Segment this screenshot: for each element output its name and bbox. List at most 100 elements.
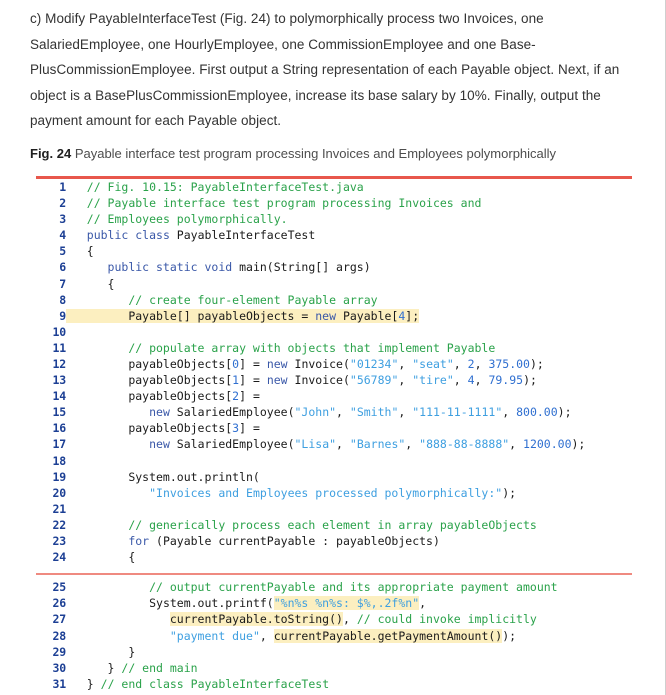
code-line: 27 currentPayable.toString(), // could i… (36, 611, 558, 627)
code-token-pln: , (474, 357, 489, 371)
code-line-number: 31 (52, 676, 67, 691)
code-token-pln: SalariedEmployee( (176, 437, 295, 452)
code-tokens: { (66, 244, 94, 258)
code-line-number: 1 (59, 179, 66, 194)
code-line-number: 6 (59, 260, 66, 275)
code-line: 31 } // end class PayableInterfaceTest (36, 676, 558, 692)
code-token-pln: currentPayable.getPaymentAmount() (273, 628, 503, 643)
code-line-source: currentPayable.toString(), // could invo… (66, 611, 558, 627)
code-line: 13 payableObjects[1] = new Invoice("5678… (36, 372, 585, 388)
code-token-kw: public static void (107, 260, 240, 275)
code-line-number: 2 (59, 196, 66, 211)
code-tokens: "payment due", currentPayable.getPayment… (66, 628, 517, 643)
code-line-source: payableObjects[0] = new Invoice("01234",… (66, 356, 585, 372)
exercise-paragraph: c) Modify PayableInterfaceTest (Fig. 24)… (30, 11, 620, 129)
code-token-kw: public class (86, 228, 177, 243)
code-token-pln: ] = (239, 373, 267, 388)
code-line-number: 19 (52, 469, 67, 484)
code-token-kw: for (128, 534, 157, 549)
code-line-source: payableObjects[1] = new Invoice("56789",… (66, 372, 585, 388)
code-token-kw: new (149, 405, 177, 420)
code-token-pln: payableObjects[ (128, 421, 233, 436)
code-line-source (66, 501, 585, 517)
code-line-number: 25 (52, 580, 67, 595)
code-token-str: "tire" (412, 373, 454, 388)
code-token-pln: , (336, 437, 350, 452)
code-tokens: System.out.println( (66, 470, 260, 484)
code-token-pln: } (86, 676, 101, 691)
code-line-source: payableObjects[3] = (66, 420, 585, 436)
code-token-cmt: // populate array with objects that impl… (128, 340, 496, 355)
code-line-number: 8 (59, 292, 66, 307)
code-tokens: // output currentPayable and its appropr… (66, 580, 558, 594)
code-line-source (66, 453, 585, 469)
code-line-source: // Fig. 10.15: PayableInterfaceTest.java (66, 179, 585, 195)
code-tokens: "Invoices and Employees processed polymo… (66, 486, 516, 500)
code-block-two: 25 // output currentPayable and its appr… (36, 579, 558, 692)
code-token-str: "888-88-8888" (419, 437, 510, 452)
code-line: 15 new SalariedEmployee("John", "Smith",… (36, 404, 585, 420)
code-line: 16 payableObjects[3] = (36, 420, 585, 436)
code-line-source: } (66, 644, 558, 660)
code-line-source: { (66, 243, 585, 259)
code-token-pln: Invoice( (294, 357, 350, 371)
code-tokens: } (66, 645, 135, 659)
code-line: 3 // Employees polymorphically. (36, 211, 585, 227)
code-token-pln: ] = (239, 357, 267, 371)
code-token-pln: , (474, 373, 489, 388)
code-block-one-pane: 1 // Fig. 10.15: PayableInterfaceTest.ja… (0, 178, 665, 566)
code-line-source: // populate array with objects that impl… (66, 340, 585, 356)
code-line-source: System.out.println( (66, 469, 585, 485)
code-line: 26 System.out.printf("%n%s %n%s: $%,.2f%… (36, 595, 558, 611)
code-token-pln: } (107, 660, 122, 675)
code-token-num: 1200.00 (523, 437, 572, 452)
code-token-pln: ); (529, 357, 544, 371)
code-token-cmt: // Employees polymorphically. (86, 212, 288, 227)
code-token-pln: ); (571, 437, 586, 452)
code-line: 10 (36, 324, 585, 340)
code-highlight: Payable[] payableObjects = new Payable[4… (66, 308, 420, 323)
exercise-prose: c) Modify PayableInterfaceTest (Fig. 24)… (0, 0, 665, 134)
code-line-number: 17 (52, 437, 67, 452)
code-token-pln: ); (502, 628, 517, 643)
code-line-number: 16 (52, 421, 67, 436)
code-line-number: 13 (52, 373, 67, 388)
code-line-number: 30 (52, 660, 67, 675)
code-line-source: // Employees polymorphically. (66, 211, 585, 227)
code-line-number: 22 (52, 517, 67, 532)
code-tokens: // Employees polymorphically. (66, 212, 288, 226)
code-line-source: { (66, 549, 585, 565)
code-tokens: for (Payable currentPayable : payableObj… (66, 534, 440, 548)
code-line-source: // generically process each element in a… (66, 517, 585, 533)
code-line-source: System.out.printf("%n%s %n%s: $%,.2f%n", (66, 595, 558, 611)
code-token-num: 4 (467, 373, 475, 388)
code-line-source: // Payable interface test program proces… (66, 195, 585, 211)
code-line-number: 28 (52, 628, 67, 643)
code-token-pln: payableObjects[ (128, 357, 233, 371)
code-token-pln: , (342, 612, 357, 627)
code-line: 4 public class PayableInterfaceTest (36, 227, 585, 243)
code-token-num: 375.00 (488, 357, 530, 371)
code-line-number: 29 (52, 644, 67, 659)
code-token-pln: ); (557, 405, 572, 420)
code-tokens: new SalariedEmployee("Lisa", "Barnes", "… (66, 437, 585, 451)
code-token-cmt: // end main (121, 660, 198, 675)
code-tokens: payableObjects[1] = new Invoice("56789",… (66, 373, 537, 387)
code-token-pln: SalariedEmployee( (176, 405, 295, 420)
code-tokens: } // end class PayableInterfaceTest (66, 677, 329, 691)
code-token-pln: , (398, 357, 413, 371)
code-tokens: // generically process each element in a… (66, 518, 537, 532)
code-token-pln: , (336, 405, 350, 420)
